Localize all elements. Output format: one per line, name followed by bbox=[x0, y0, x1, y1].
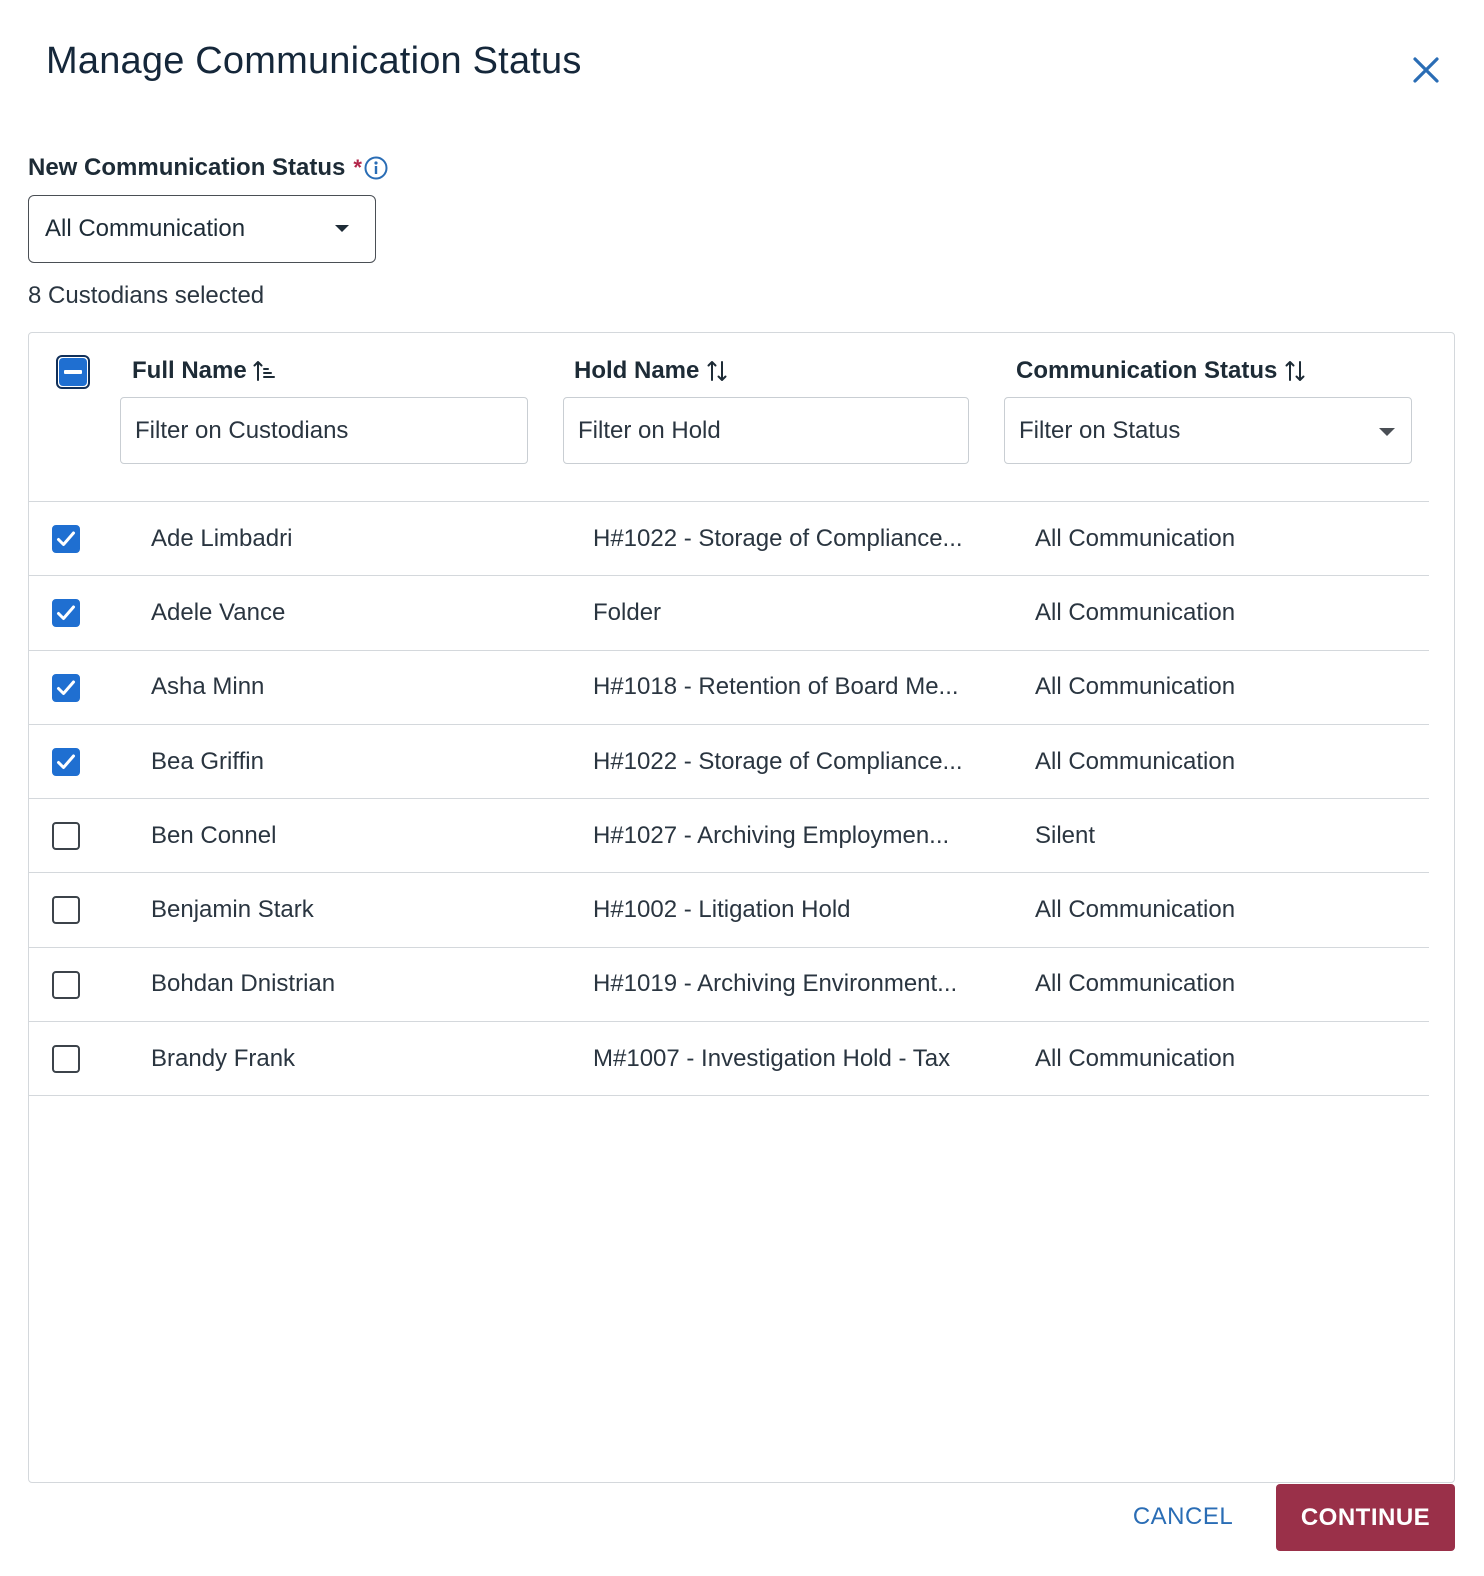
communication-status: All Communication bbox=[1035, 673, 1236, 701]
sort-ascending-icon bbox=[253, 361, 275, 381]
checkmark-icon bbox=[57, 680, 75, 695]
custodian-name: Ade Limbadri bbox=[151, 524, 293, 552]
filter-custodians[interactable] bbox=[120, 397, 528, 464]
row-checkbox[interactable] bbox=[52, 673, 80, 702]
dialog-title: Manage Communication Status bbox=[46, 40, 582, 82]
row-checkbox[interactable] bbox=[52, 822, 80, 851]
sort-icon bbox=[1285, 361, 1305, 381]
table-row[interactable]: Ade Limbadri H#1022 - Storage of Complian… bbox=[29, 502, 1429, 577]
custodian-name: Bohdan Dnistrian bbox=[151, 970, 336, 998]
table-row[interactable]: Ben Connel H#1027 - Archiving Employmen..… bbox=[29, 799, 1429, 874]
select-all-checkbox[interactable] bbox=[56, 355, 90, 389]
new-status-select[interactable]: All Communication bbox=[28, 195, 376, 263]
filter-hold[interactable] bbox=[563, 397, 969, 464]
chevron-down-icon bbox=[1379, 428, 1395, 436]
continue-button[interactable]: CONTINUE bbox=[1276, 1484, 1455, 1551]
hold-name: H#1018 - Retention of Board Me... bbox=[593, 673, 959, 701]
filter-custodians-input[interactable] bbox=[135, 416, 527, 445]
table-row[interactable]: Bea Griffin H#1022 - Storage of Complianc… bbox=[29, 725, 1429, 800]
new-status-label-text: New Communication Status bbox=[28, 154, 346, 181]
row-checkbox[interactable] bbox=[52, 747, 80, 776]
table-row[interactable]: Bohdan Dnistrian H#1019 - Archiving Envir… bbox=[29, 948, 1429, 1023]
column-header-label: Hold Name bbox=[574, 357, 700, 384]
communication-status: All Communication bbox=[1035, 524, 1236, 552]
table-row[interactable]: Benjamin Stark H#1002 - Litigation Hold Al… bbox=[29, 873, 1429, 948]
selected-count: 8 Custodians selected bbox=[28, 282, 265, 309]
communication-status: All Communication bbox=[1035, 598, 1236, 626]
row-checkbox[interactable] bbox=[52, 970, 80, 999]
indeterminate-icon bbox=[64, 370, 82, 374]
communication-status: All Communication bbox=[1035, 896, 1236, 924]
new-status-selected-value: All Communication bbox=[45, 215, 246, 242]
hold-name: H#1002 - Litigation Hold bbox=[593, 896, 851, 924]
filter-status-placeholder: Filter on Status bbox=[1019, 416, 1181, 444]
custodian-name: Brandy Frank bbox=[151, 1044, 296, 1072]
column-header-label: Communication Status bbox=[1016, 357, 1278, 384]
table-row[interactable]: Adele Vance Folder All Communication bbox=[29, 576, 1429, 651]
column-header-communication-status[interactable]: Communication Status bbox=[1016, 357, 1307, 385]
row-checkbox[interactable] bbox=[52, 896, 80, 925]
filter-status-select[interactable]: Filter on Status bbox=[1004, 397, 1412, 464]
required-marker: * bbox=[353, 155, 362, 180]
column-header-hold-name[interactable]: Hold Name bbox=[574, 357, 729, 385]
new-status-label: New Communication Status * bbox=[28, 154, 388, 182]
column-header-full-name[interactable]: Full Name bbox=[132, 357, 277, 385]
checkmark-icon bbox=[57, 531, 75, 546]
hold-name: H#1022 - Storage of Compliance... bbox=[593, 747, 963, 775]
filter-hold-input[interactable] bbox=[578, 416, 968, 445]
table-row[interactable]: Brandy Frank M#1007 - Investigation Hold … bbox=[29, 1022, 1429, 1097]
info-icon[interactable] bbox=[364, 156, 388, 180]
cancel-button[interactable]: CANCEL bbox=[1118, 1490, 1248, 1544]
sort-icon bbox=[707, 361, 727, 381]
hold-name: H#1022 - Storage of Compliance... bbox=[593, 524, 963, 552]
custodian-name: Benjamin Stark bbox=[151, 896, 314, 924]
hold-name: Folder bbox=[593, 598, 662, 626]
column-header-label: Full Name bbox=[132, 357, 247, 384]
checkmark-icon bbox=[57, 605, 75, 621]
chevron-down-icon bbox=[335, 225, 349, 232]
hold-name: M#1007 - Investigation Hold - Tax bbox=[593, 1044, 951, 1072]
close-button[interactable] bbox=[1404, 48, 1448, 92]
communication-status: All Communication bbox=[1035, 970, 1236, 998]
communication-status: Silent bbox=[1035, 821, 1096, 849]
communication-status: All Communication bbox=[1035, 1044, 1236, 1072]
custodian-name: Asha Minn bbox=[151, 673, 265, 701]
custodian-table: Full Name Hold Name Communication Status bbox=[28, 332, 1455, 1483]
checkmark-icon bbox=[57, 754, 75, 769]
row-checkbox[interactable] bbox=[52, 525, 80, 553]
row-checkbox[interactable] bbox=[52, 1045, 80, 1074]
hold-name: H#1027 - Archiving Employmen... bbox=[593, 821, 950, 849]
row-checkbox[interactable] bbox=[52, 599, 80, 628]
custodian-name: Adele Vance bbox=[151, 598, 286, 626]
table-row[interactable]: Asha Minn H#1018 - Retention of Board Me.… bbox=[29, 651, 1429, 725]
communication-status: All Communication bbox=[1035, 747, 1236, 775]
custodian-name: Ben Connel bbox=[151, 821, 277, 849]
close-icon bbox=[1413, 57, 1439, 83]
custodian-name: Bea Griffin bbox=[151, 747, 264, 775]
hold-name: H#1019 - Archiving Environment... bbox=[593, 970, 958, 998]
table-body: Ade Limbadri H#1022 - Storage of Complian… bbox=[29, 501, 1429, 1097]
